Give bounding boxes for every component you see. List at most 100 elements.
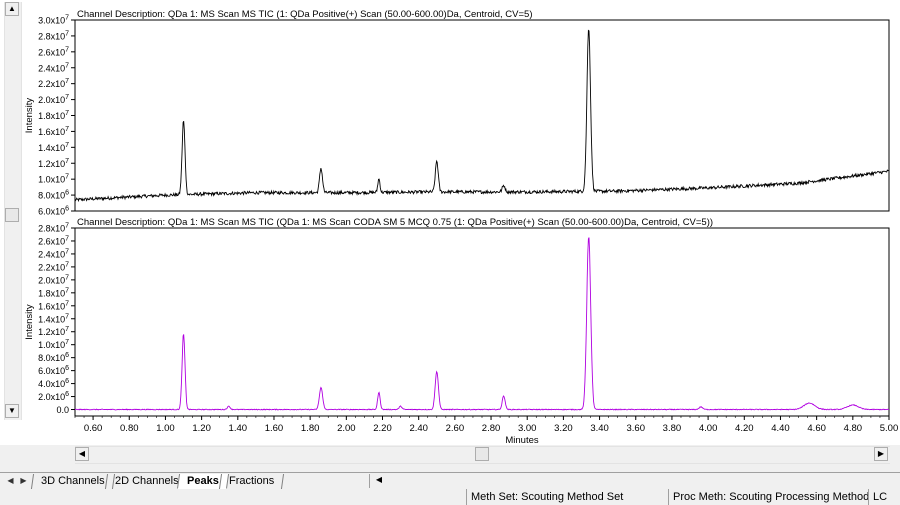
horizontal-scrollbar[interactable]: ◀ ▶ [75, 446, 890, 464]
x-tick-label-22: 5.00 [880, 423, 899, 434]
x-tick-label-0: 0.60 [84, 423, 103, 434]
tab-area-scrollbar[interactable]: ◀ [369, 474, 900, 488]
horizontal-scroll-thumb[interactable] [475, 447, 489, 461]
x-tick-label-4: 1.40 [229, 423, 248, 434]
y-tick-label-0-7: 1.6x107 [38, 126, 69, 137]
chart-title-1: Channel Description: QDa 1: MS Scan MS T… [77, 217, 713, 228]
y-tick-label-1-14: 0.0 [56, 405, 69, 415]
x-tick-label-8: 2.20 [373, 423, 392, 434]
y-tick-label-0-2: 2.6x107 [38, 46, 69, 57]
y-tick-mantissa: 0.0 [56, 405, 69, 415]
x-tick-label-17: 4.00 [699, 423, 718, 434]
y-tick-label-0-8: 1.4x107 [38, 142, 69, 153]
y-tick-label-0-4: 2.2x107 [38, 78, 69, 89]
tab-next-icon[interactable]: ▶ [19, 476, 28, 486]
y-tick-label-1-0: 2.8x107 [38, 223, 69, 234]
tab-3d-channels[interactable]: 3D Channels [30, 474, 115, 489]
x-tick-label-2: 1.00 [156, 423, 175, 434]
y-tick-mantissa: 2.0x10 [38, 95, 65, 105]
x-tick-label-11: 2.80 [482, 423, 501, 434]
x-tick-label-1: 0.80 [120, 423, 139, 434]
y-tick-exponent: 7 [65, 287, 69, 294]
y-tick-exponent: 6 [65, 378, 69, 385]
y-tick-mantissa: 2.2x10 [38, 262, 65, 272]
y-tick-label-0-6: 1.8x107 [38, 110, 69, 121]
vertical-scrollbar[interactable]: ▲ ▼ [4, 2, 22, 420]
y-tick-exponent: 7 [65, 46, 69, 53]
y-tick-label-0-0: 3.0x107 [38, 15, 69, 26]
plot-frame-1 [74, 227, 890, 417]
vertical-scroll-thumb[interactable] [5, 208, 19, 222]
y-tick-mantissa: 2.4x10 [38, 249, 65, 259]
scroll-left-button[interactable]: ◀ [75, 447, 89, 461]
x-tick-label-20: 4.60 [807, 423, 826, 434]
y-tick-label-0-5: 2.0x107 [38, 94, 69, 105]
tab-2d-channels[interactable]: 2D Channels [104, 474, 189, 489]
y-tick-exponent: 6 [65, 206, 69, 213]
y-tick-label-1-10: 8.0x106 [38, 352, 69, 363]
y-tick-mantissa: 1.2x10 [38, 327, 65, 337]
y-tick-mantissa: 1.2x10 [38, 159, 65, 169]
scroll-up-button[interactable]: ▲ [5, 2, 19, 16]
y-tick-mantissa: 3.0x10 [38, 16, 65, 26]
y-tick-mantissa: 1.8x10 [38, 111, 65, 121]
y-tick-exponent: 6 [65, 391, 69, 398]
y-tick-mantissa: 8.0x10 [38, 191, 65, 201]
x-tick-label-16: 3.80 [663, 423, 682, 434]
y-tick-label-0-12: 6.0x106 [38, 206, 69, 217]
y-tick-mantissa: 2.8x10 [38, 224, 65, 234]
y-tick-mantissa: 6.0x10 [38, 207, 65, 217]
x-tick-label-15: 3.60 [627, 423, 646, 434]
status-method-set: Meth Set: Scouting Method Set [466, 489, 672, 505]
x-tick-label-9: 2.40 [409, 423, 428, 434]
y-tick-exponent: 7 [65, 274, 69, 281]
tab-scroll-left-button[interactable]: ◀ [372, 474, 386, 488]
y-tick-exponent: 6 [65, 352, 69, 359]
y-tick-label-1-12: 4.0x106 [38, 378, 69, 389]
y-tick-exponent: 7 [65, 235, 69, 242]
y-tick-exponent: 7 [65, 223, 69, 230]
status-mode: LC [868, 489, 900, 505]
y-tick-exponent: 7 [65, 126, 69, 133]
y-tick-label-1-6: 1.6x107 [38, 300, 69, 311]
x-tick-label-12: 3.00 [518, 423, 537, 434]
y-tick-label-1-7: 1.4x107 [38, 313, 69, 324]
y-tick-label-1-2: 2.4x107 [38, 248, 69, 259]
y-tick-exponent: 7 [65, 326, 69, 333]
tab-prev-icon[interactable]: ◀ [6, 476, 15, 486]
plot-frame-0 [74, 19, 890, 212]
x-tick-label-13: 3.20 [554, 423, 573, 434]
y-tick-mantissa: 2.2x10 [38, 79, 65, 89]
y-tick-label-1-3: 2.2x107 [38, 261, 69, 272]
x-tick-label-5: 1.60 [265, 423, 284, 434]
y-tick-label-1-13: 2.0x106 [38, 391, 69, 402]
y-tick-exponent: 6 [65, 365, 69, 372]
y-tick-mantissa: 6.0x10 [38, 366, 65, 376]
y-tick-exponent: 7 [65, 30, 69, 37]
y-tick-exponent: 7 [65, 62, 69, 69]
x-tick-label-18: 4.20 [735, 423, 754, 434]
y-tick-label-0-1: 2.8x107 [38, 30, 69, 41]
y-tick-exponent: 7 [65, 15, 69, 22]
y-tick-exponent: 6 [65, 190, 69, 197]
scroll-down-button[interactable]: ▼ [5, 404, 19, 418]
y-tick-exponent: 7 [65, 94, 69, 101]
scroll-right-button[interactable]: ▶ [874, 447, 888, 461]
y-tick-exponent: 7 [65, 261, 69, 268]
tab-fractions[interactable]: Fractions [218, 474, 285, 489]
x-tick-label-10: 2.60 [446, 423, 465, 434]
y-tick-mantissa: 1.6x10 [38, 301, 65, 311]
y-tick-mantissa: 8.0x10 [38, 353, 65, 363]
x-tick-label-6: 1.80 [301, 423, 320, 434]
x-tick-label-21: 4.80 [844, 423, 863, 434]
y-tick-mantissa: 2.6x10 [38, 47, 65, 57]
y-tick-mantissa: 4.0x10 [38, 379, 65, 389]
y-tick-label-1-8: 1.2x107 [38, 326, 69, 337]
y-tick-mantissa: 1.0x10 [38, 175, 65, 185]
x-tick-label-3: 1.20 [192, 423, 211, 434]
y-tick-label-1-9: 1.0x107 [38, 339, 69, 350]
y-tick-label-1-11: 6.0x106 [38, 365, 69, 376]
y-tick-mantissa: 2.0x10 [38, 275, 65, 285]
y-tick-exponent: 7 [65, 142, 69, 149]
y-tick-exponent: 7 [65, 158, 69, 165]
